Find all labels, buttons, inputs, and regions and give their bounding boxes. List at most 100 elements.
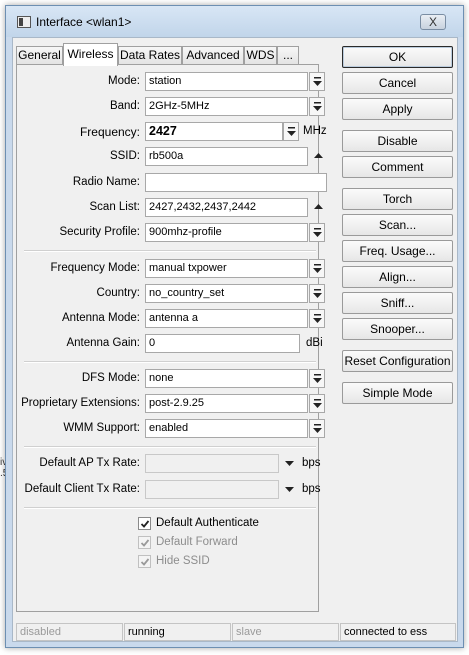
- apply-button[interactable]: Apply: [342, 98, 453, 120]
- collapse-up-icon[interactable]: [314, 152, 323, 159]
- default-client-tx-rate-row: Default Client Tx Rate: bps: [17, 480, 321, 500]
- antenna-gain-input[interactable]: 0: [145, 334, 300, 353]
- chevron-down-icon: [313, 424, 322, 433]
- torch-button[interactable]: Torch: [342, 188, 453, 210]
- default-ap-tx-rate-row: Default AP Tx Rate: bps: [17, 454, 321, 474]
- ssid-row: SSID: rb500a: [17, 147, 323, 167]
- separator: [24, 446, 316, 448]
- tab-more[interactable]: ...: [277, 46, 299, 65]
- tab-advanced[interactable]: Advanced: [182, 46, 244, 65]
- wmm-support-select[interactable]: enabled: [145, 419, 308, 438]
- antenna-mode-dropdown-button[interactable]: [309, 309, 325, 328]
- country-row: Country: no_country_set: [17, 284, 325, 304]
- country-dropdown-button[interactable]: [309, 284, 325, 303]
- chevron-down-icon[interactable]: [285, 486, 294, 493]
- chevron-down-icon: [313, 77, 322, 86]
- checkbox-box[interactable]: [138, 555, 151, 568]
- wmm-support-dropdown-button[interactable]: [309, 419, 325, 438]
- interface-window: Interface <wlan1> X General Wireless Dat…: [5, 5, 464, 648]
- checkmark-icon: [140, 539, 150, 547]
- radio-name-row: Radio Name:: [17, 173, 327, 193]
- scan-list-input[interactable]: 2427,2432,2437,2442: [145, 198, 308, 217]
- tab-wds[interactable]: WDS: [244, 46, 277, 65]
- frequency-label: Frequency:: [79, 125, 140, 139]
- tab-general[interactable]: General: [16, 46, 63, 65]
- freq-usage-button[interactable]: Freq. Usage...: [342, 240, 453, 262]
- frequency-mode-label: Frequency Mode:: [50, 262, 141, 274]
- proprietary-extensions-select[interactable]: post-2.9.25: [145, 394, 308, 413]
- wmm-support-row: WMM Support: enabled: [17, 419, 325, 439]
- status-slave: slave: [232, 623, 339, 641]
- dfs-mode-dropdown-button[interactable]: [309, 369, 325, 388]
- mode-dropdown-button[interactable]: [309, 72, 325, 91]
- comment-button[interactable]: Comment: [342, 156, 453, 178]
- wmm-support-label: WMM Support:: [63, 422, 140, 434]
- security-profile-select[interactable]: 900mhz-profile: [145, 223, 308, 242]
- ok-button[interactable]: OK: [342, 46, 453, 68]
- security-profile-row: Security Profile: 900mhz-profile: [17, 223, 325, 243]
- antenna-gain-label: Antenna Gain:: [66, 337, 140, 349]
- chevron-down-icon: [313, 102, 322, 111]
- cancel-button[interactable]: Cancel: [342, 72, 453, 94]
- frequency-row: Frequency: 2427 MHz: [17, 122, 327, 142]
- collapse-up-icon[interactable]: [314, 203, 323, 210]
- status-connection: connected to ess: [340, 623, 456, 641]
- default-ap-tx-rate-unit: bps: [302, 457, 321, 469]
- dfs-mode-select[interactable]: none: [145, 369, 308, 388]
- antenna-gain-unit: dBi: [306, 337, 323, 349]
- mode-select[interactable]: station: [145, 72, 308, 91]
- antenna-gain-row: Antenna Gain: 0 dBi: [17, 334, 323, 354]
- security-profile-dropdown-button[interactable]: [309, 223, 325, 242]
- tab-data-rates[interactable]: Data Rates: [118, 46, 182, 65]
- hide-ssid-label: Hide SSID: [156, 555, 210, 567]
- scan-button[interactable]: Scan...: [342, 214, 453, 236]
- checkbox-box[interactable]: [138, 517, 151, 530]
- chevron-down-icon: [313, 289, 322, 298]
- band-row: Band: 2GHz-5MHz: [17, 97, 325, 117]
- chevron-down-icon: [313, 314, 322, 323]
- tab-wireless[interactable]: Wireless: [63, 43, 118, 66]
- scan-list-label: Scan List:: [89, 201, 141, 213]
- dfs-mode-row: DFS Mode: none: [17, 369, 325, 389]
- frequency-mode-dropdown-button[interactable]: [309, 259, 325, 278]
- radio-name-input[interactable]: [145, 173, 327, 192]
- status-disabled: disabled: [16, 623, 123, 641]
- default-client-tx-rate-select[interactable]: [145, 480, 279, 499]
- close-button[interactable]: X: [420, 14, 446, 30]
- reset-configuration-button[interactable]: Reset Configuration: [342, 350, 453, 372]
- separator: [24, 361, 316, 363]
- frequency-mode-row: Frequency Mode: manual txpower: [17, 259, 325, 279]
- frequency-select[interactable]: 2427: [145, 122, 283, 141]
- snooper-button[interactable]: Snooper...: [342, 318, 453, 340]
- country-select[interactable]: no_country_set: [145, 284, 308, 303]
- proprietary-extensions-label: Proprietary Extensions:: [21, 397, 140, 409]
- mode-row: Mode: station: [17, 72, 325, 92]
- security-profile-label: Security Profile:: [59, 226, 140, 238]
- chevron-down-icon: [313, 228, 322, 237]
- separator: [24, 507, 316, 509]
- band-dropdown-button[interactable]: [309, 97, 325, 116]
- window-client-area: General Wireless Data Rates Advanced WDS…: [12, 37, 458, 642]
- frequency-mode-select[interactable]: manual txpower: [145, 259, 308, 278]
- chevron-down-icon[interactable]: [285, 460, 294, 467]
- scan-list-row: Scan List: 2427,2432,2437,2442: [17, 198, 323, 218]
- proprietary-extensions-dropdown-button[interactable]: [309, 394, 325, 413]
- simple-mode-button[interactable]: Simple Mode: [342, 382, 453, 404]
- align-button[interactable]: Align...: [342, 266, 453, 288]
- default-forward-label: Default Forward: [156, 536, 238, 548]
- frequency-dropdown-button[interactable]: [283, 122, 299, 141]
- disable-button[interactable]: Disable: [342, 130, 453, 152]
- checkbox-box[interactable]: [138, 536, 151, 549]
- default-ap-tx-rate-select[interactable]: [145, 454, 279, 473]
- status-bar: disabled running slave connected to ess: [16, 623, 456, 641]
- sniff-button[interactable]: Sniff...: [342, 292, 453, 314]
- default-client-tx-rate-unit: bps: [302, 483, 321, 495]
- default-ap-tx-rate-label: Default AP Tx Rate:: [39, 457, 140, 469]
- antenna-mode-select[interactable]: antenna a: [145, 309, 308, 328]
- band-select[interactable]: 2GHz-5MHz: [145, 97, 308, 116]
- title-bar[interactable]: Interface <wlan1> X: [6, 6, 463, 37]
- ssid-input[interactable]: rb500a: [145, 147, 308, 166]
- chevron-down-icon: [313, 374, 322, 383]
- antenna-mode-label: Antenna Mode:: [61, 312, 140, 324]
- wireless-tab-panel: Mode: station Band: 2GHz-5MHz Frequency:…: [16, 64, 327, 612]
